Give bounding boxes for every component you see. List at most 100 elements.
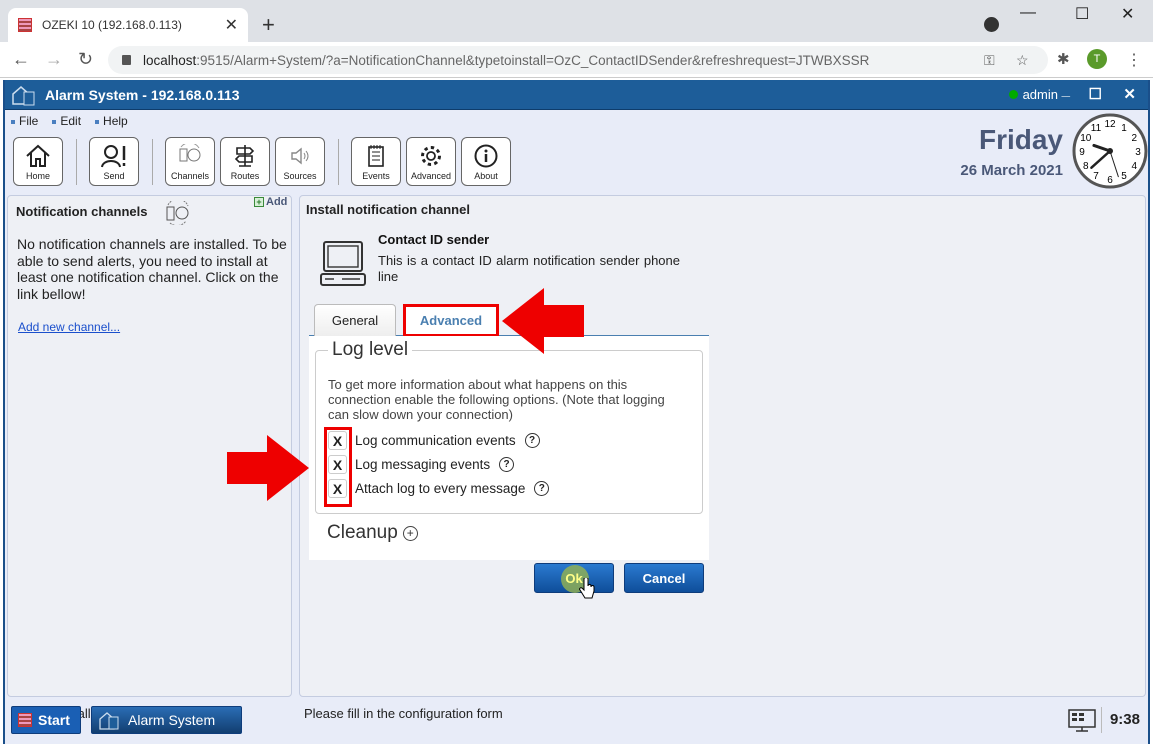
cleanup-section-toggle[interactable]: Cleanup + — [327, 522, 418, 544]
user-status[interactable]: admin — [1008, 87, 1058, 102]
bookmark-star-icon[interactable]: ☆ — [1016, 52, 1029, 69]
menu-help[interactable]: Help — [95, 114, 128, 128]
new-tab-button[interactable]: + — [262, 12, 275, 38]
help-icon[interactable]: ? — [534, 481, 550, 496]
tab-search-icon[interactable] — [984, 17, 999, 32]
taskbar: Start Alarm System 9:38 — [5, 702, 1148, 744]
url-host: localhost — [143, 52, 197, 68]
no-channels-message: No notification channels are installed. … — [17, 236, 287, 302]
online-status-icon — [1008, 90, 1018, 99]
tab-general[interactable]: General — [314, 304, 396, 336]
taskbar-clock: 9:38 — [1109, 711, 1140, 728]
alarm-system-icon — [99, 712, 119, 730]
tab-advanced[interactable]: Advanced — [403, 304, 499, 337]
date-label: 26 March 2021 — [960, 162, 1063, 179]
close-window-button[interactable]: ✕ — [1121, 4, 1134, 24]
red-arrow-left-annotation — [502, 288, 584, 354]
right-panel-title: Install notification channel — [306, 202, 470, 217]
toolbar-events-button[interactable]: Events — [351, 137, 401, 186]
plus-icon: + — [254, 197, 264, 207]
toolbar-home-button[interactable]: Home — [13, 137, 63, 186]
toolbar-about-button[interactable]: About — [461, 137, 511, 186]
browser-toolbar: ← → ↻ localhost:9515/Alarm+System/?a=Not… — [0, 42, 1153, 78]
clock-center — [1107, 148, 1113, 154]
toolbar-sources-button[interactable]: Sources — [275, 137, 325, 186]
speaker-icon — [291, 147, 309, 165]
username: admin — [1022, 87, 1058, 102]
toolbar-channels-button[interactable]: Channels — [165, 137, 215, 186]
analog-clock: 1234567891011 12 — [1072, 113, 1148, 189]
app-title: Alarm System - 192.168.0.113 — [45, 86, 240, 103]
ok-button[interactable]: Ok — [534, 563, 614, 599]
toolbar-separator — [338, 139, 339, 185]
add-channel-button[interactable]: + Add — [254, 196, 287, 208]
option-log-messaging: X Log messaging events ? — [328, 455, 515, 474]
clock-numeral: 2 — [1131, 133, 1137, 144]
clock-numeral: 3 — [1135, 147, 1141, 158]
option-label: Log messaging events — [355, 457, 491, 472]
expand-plus-icon: + — [402, 525, 418, 541]
clock-numeral: 7 — [1093, 171, 1099, 182]
option-label: Attach log to every message — [355, 481, 526, 496]
toolbar-routes-button[interactable]: Routes — [220, 137, 270, 186]
desktop-monitor-icon[interactable] — [1068, 709, 1096, 733]
app-maximize-button[interactable]: ☐ — [1089, 85, 1102, 103]
minimize-window-button[interactable]: — — [1020, 4, 1036, 22]
toolbar-advanced-button[interactable]: Advanced — [406, 137, 456, 186]
taskbar-alarm-system[interactable]: Alarm System — [91, 706, 242, 734]
red-arrow-right-annotation — [227, 435, 309, 501]
start-button[interactable]: Start — [11, 706, 81, 734]
browser-menu-icon[interactable]: ⋮ — [1126, 50, 1142, 70]
tab-title: OZEKI 10 (192.168.0.113) — [42, 18, 182, 32]
clock-numeral: 5 — [1121, 171, 1127, 182]
day-name: Friday — [978, 124, 1063, 155]
toolbar-separator — [152, 139, 153, 185]
ozeki-logo-icon — [18, 713, 32, 727]
option-log-communication: X Log communication events ? — [328, 431, 540, 450]
task-label: Alarm System — [128, 712, 216, 728]
option-label: Log communication events — [355, 433, 516, 448]
close-tab-icon[interactable]: ✕ — [225, 15, 238, 35]
cleanup-label: Cleanup — [327, 522, 398, 543]
install-channel-panel: Install notification channel Contact ID … — [299, 195, 1146, 697]
ozeki-favicon — [18, 18, 32, 32]
help-icon[interactable]: ? — [499, 457, 515, 472]
clock-numeral: 6 — [1107, 175, 1113, 186]
app-minimize-button[interactable]: _ — [1062, 82, 1070, 99]
channels-icon — [179, 144, 201, 162]
cancel-button[interactable]: Cancel — [624, 563, 704, 593]
gear-icon — [421, 146, 441, 166]
app-close-button[interactable]: ✕ — [1123, 85, 1136, 103]
app-titlebar: Alarm System - 192.168.0.113 admin _ ☐ ✕ — [5, 80, 1148, 110]
device-description: This is a contact ID alarm notification … — [378, 253, 680, 284]
option-attach-log: X Attach log to every message ? — [328, 479, 550, 498]
back-icon[interactable]: ← — [12, 49, 30, 70]
profile-avatar[interactable]: T — [1087, 49, 1107, 69]
advanced-tab-content: Log level To get more information about … — [309, 336, 709, 560]
reload-icon[interactable]: ↻ — [78, 49, 93, 70]
toolbar-separator — [76, 139, 77, 185]
browser-tab[interactable]: OZEKI 10 (192.168.0.113) ✕ — [8, 8, 248, 42]
key-icon[interactable]: ⚿ — [984, 52, 995, 69]
info-icon — [474, 144, 498, 168]
menu-edit[interactable]: Edit — [52, 114, 81, 128]
add-new-channel-link[interactable]: Add new channel... — [18, 320, 120, 334]
lock-icon — [122, 55, 131, 65]
clock-numeral: 12 — [1104, 119, 1116, 130]
help-icon[interactable]: ? — [524, 433, 540, 448]
tray-separator — [1101, 707, 1102, 733]
menu-file[interactable]: File — [11, 114, 38, 128]
home-icon — [26, 144, 50, 167]
send-alert-icon — [101, 145, 126, 168]
clock-numeral: 4 — [1131, 161, 1137, 172]
extensions-icon[interactable]: ✱ — [1057, 50, 1070, 68]
routes-signpost-icon — [234, 145, 255, 167]
maximize-window-button[interactable]: ☐ — [1075, 4, 1089, 24]
left-panel-title: Notification channels — [16, 204, 148, 219]
address-bar[interactable]: localhost:9515/Alarm+System/?a=Notificat… — [108, 46, 1048, 74]
toolbar-send-button[interactable]: Send — [89, 137, 139, 186]
log-level-fieldset: Log level To get more information about … — [315, 339, 703, 514]
events-notepad-icon — [368, 145, 384, 167]
forward-icon[interactable]: → — [45, 49, 63, 70]
channels-icon — [166, 201, 189, 225]
